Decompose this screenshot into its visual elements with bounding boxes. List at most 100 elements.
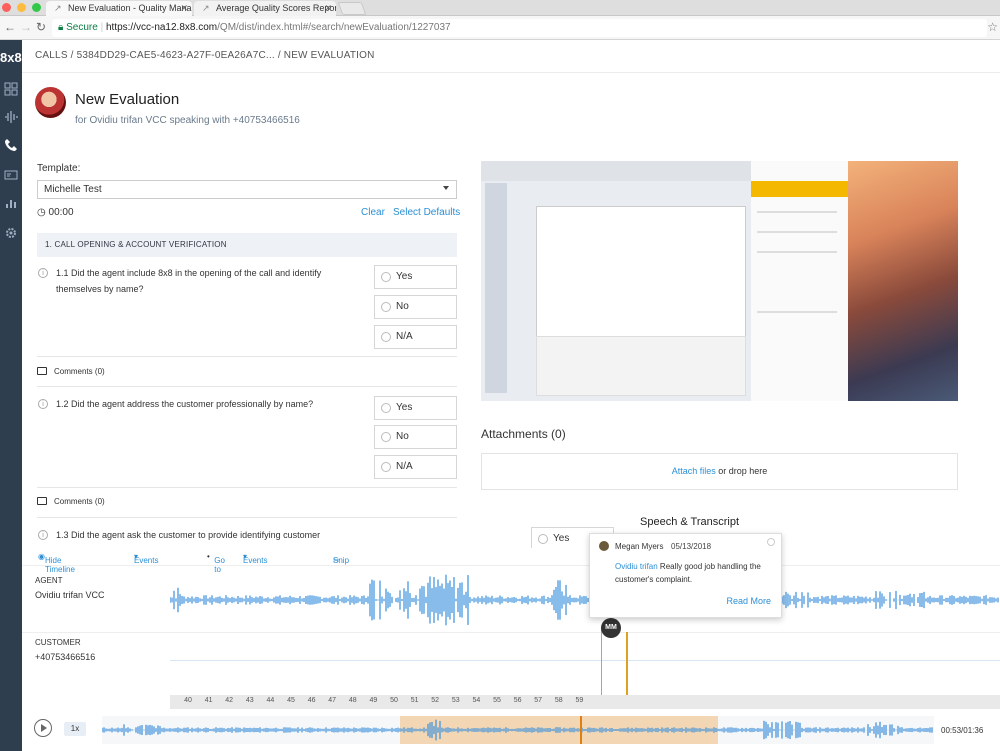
preview-notes-window bbox=[751, 161, 848, 401]
template-select[interactable]: Michelle Test bbox=[37, 180, 457, 199]
answer-yes-option[interactable]: Yes bbox=[374, 265, 457, 289]
maximize-window-button[interactable] bbox=[32, 3, 41, 12]
answer-no-option[interactable]: No bbox=[374, 425, 457, 449]
tab-label: New Evaluation - Quality Mana bbox=[68, 3, 192, 13]
tab-label: Average Quality Scores Report bbox=[216, 3, 336, 13]
divider bbox=[37, 487, 457, 488]
preview-desktop-wallpaper bbox=[848, 161, 958, 401]
answer-yes-option[interactable]: Yes bbox=[374, 396, 457, 420]
answer-na-option[interactable]: N/A bbox=[374, 325, 457, 349]
browser-tab-strip: ↗ New Evaluation - Quality Mana ✕ ↗ Aver… bbox=[0, 0, 1000, 16]
close-icon[interactable] bbox=[767, 538, 775, 546]
clear-link[interactable]: Clear bbox=[361, 207, 385, 218]
preview-crm-window bbox=[481, 161, 751, 401]
hide-timeline-button[interactable]: ◉ Hide Timeline bbox=[38, 552, 75, 574]
info-icon[interactable]: i bbox=[38, 268, 48, 278]
url-host: https://vcc-na12.8x8.com bbox=[105, 22, 218, 33]
new-tab-button[interactable] bbox=[337, 2, 367, 15]
page-favicon-icon: ↗ bbox=[202, 3, 210, 13]
page-favicon-icon: ↗ bbox=[54, 3, 62, 13]
playback-bar: 1x 00:53/01:36 bbox=[22, 709, 1000, 751]
goto-events-dropdown[interactable]: Events ▾ bbox=[243, 552, 267, 565]
reload-icon[interactable]: ↻ bbox=[36, 20, 46, 34]
comment-popup: Megan Myers 05/13/2018 Ovidiu trifan Rea… bbox=[589, 533, 782, 618]
id-card-icon[interactable] bbox=[4, 168, 18, 182]
track-divider bbox=[22, 632, 1000, 633]
ruler-tick-label: 47 bbox=[328, 697, 337, 704]
question-text: 1.3 Did the agent ask the customer to pr… bbox=[56, 530, 321, 540]
forward-icon[interactable]: → bbox=[20, 20, 32, 34]
playback-speed[interactable]: 1x bbox=[64, 722, 86, 736]
ruler-tick-label: 58 bbox=[554, 697, 563, 704]
browser-tab-new-evaluation[interactable]: ↗ New Evaluation - Quality Mana ✕ bbox=[46, 1, 192, 16]
waveform-icon[interactable] bbox=[4, 110, 18, 124]
evaluation-timer: ◷ 00:00 bbox=[37, 207, 74, 218]
comment-date: 05/13/2018 bbox=[671, 542, 712, 551]
radio-button[interactable] bbox=[538, 534, 548, 544]
play-icon[interactable] bbox=[34, 719, 52, 737]
phone-icon[interactable] bbox=[4, 138, 18, 152]
answer-na-option[interactable]: N/A bbox=[374, 455, 457, 479]
ruler-tick-label: 41 bbox=[204, 697, 213, 704]
comment-marker-avatar[interactable]: MM bbox=[601, 618, 621, 638]
template-selected-value: Michelle Test bbox=[44, 184, 102, 195]
address-bar[interactable]: 🔒︎ Secure | https://vcc-na12.8x8.com/QM/… bbox=[52, 19, 987, 37]
speech-transcript-title[interactable]: Speech & Transcript bbox=[640, 516, 739, 528]
ruler-tick-label: 56 bbox=[513, 697, 522, 704]
agent-name: Ovidiu trifan VCC bbox=[35, 590, 105, 600]
close-tab-icon[interactable]: ✕ bbox=[324, 3, 332, 14]
read-more-link[interactable]: Read More bbox=[726, 596, 771, 606]
breadcrumb[interactable]: CALLS / 5384DD29-CAE5-4623-A27F-0EA26A7C… bbox=[35, 50, 375, 61]
comments-toggle[interactable]: Comments (0) bbox=[37, 497, 105, 506]
info-icon[interactable]: i bbox=[38, 399, 48, 409]
mention-link[interactable]: Ovidiu trifan bbox=[615, 562, 658, 571]
radio-button[interactable] bbox=[381, 302, 391, 312]
reports-chart-icon[interactable] bbox=[4, 196, 18, 210]
timeline-toolbar: ◉ Hide Timeline Events ▾ • Go to Events … bbox=[22, 548, 1000, 574]
browser-tab-average-quality[interactable]: ↗ Average Quality Scores Report ✕ bbox=[194, 1, 336, 16]
overview-playhead bbox=[580, 716, 582, 744]
close-tab-icon[interactable]: ✕ bbox=[180, 3, 188, 14]
attachment-dropzone[interactable]: Attach files or drop here bbox=[481, 453, 958, 490]
back-icon[interactable]: ← bbox=[4, 20, 16, 34]
option-label: No bbox=[396, 431, 409, 442]
drop-hint: or drop here bbox=[715, 466, 768, 476]
timer-value: 00:00 bbox=[48, 207, 74, 218]
close-window-button[interactable] bbox=[2, 3, 11, 12]
attach-files-link[interactable]: Attach files bbox=[672, 466, 716, 476]
radio-button[interactable] bbox=[381, 403, 391, 413]
events-dropdown[interactable]: Events ▾ bbox=[134, 552, 158, 565]
radio-button[interactable] bbox=[381, 462, 391, 472]
app-logo: 8x8 bbox=[0, 50, 22, 65]
section-header[interactable]: 1. CALL OPENING & ACCOUNT VERIFICATION bbox=[37, 233, 457, 257]
divider bbox=[37, 356, 457, 357]
ruler-tick-label: 51 bbox=[410, 697, 419, 704]
page-title: New Evaluation bbox=[75, 91, 180, 108]
screen-capture-preview[interactable] bbox=[481, 161, 958, 401]
settings-gear-icon[interactable] bbox=[4, 226, 18, 240]
radio-button[interactable] bbox=[381, 432, 391, 442]
option-label: N/A bbox=[396, 461, 413, 472]
author-avatar bbox=[599, 541, 609, 551]
radio-button[interactable] bbox=[381, 332, 391, 342]
minimize-window-button[interactable] bbox=[17, 3, 26, 12]
ruler-tick-label: 52 bbox=[431, 697, 440, 704]
info-icon[interactable]: i bbox=[38, 530, 48, 540]
answer-no-option[interactable]: No bbox=[374, 295, 457, 319]
ruler-tick-label: 53 bbox=[451, 697, 460, 704]
agent-track-label: AGENT bbox=[35, 576, 63, 585]
radio-button[interactable] bbox=[381, 272, 391, 282]
ruler-tick-label: 59 bbox=[575, 697, 584, 704]
select-defaults-link[interactable]: Select Defaults bbox=[393, 207, 460, 218]
overview-waveform[interactable] bbox=[102, 716, 934, 744]
ruler-tick-label: 50 bbox=[390, 697, 398, 704]
comments-toggle[interactable]: Comments (0) bbox=[37, 367, 105, 376]
agent-waveform[interactable] bbox=[170, 570, 1000, 630]
time-ruler[interactable]: 40 41 42 43 44 45 46 47 48 49 50 51 52 53 54 55 56 57 58 59 bbox=[170, 695, 1000, 709]
divider bbox=[37, 386, 457, 387]
url-path: /QM/dist/index.html#/search/newEvaluatio… bbox=[217, 22, 451, 33]
dashboard-grid-icon[interactable] bbox=[4, 82, 18, 96]
bookmark-star-icon[interactable]: ☆ bbox=[987, 20, 998, 34]
option-label: Yes bbox=[396, 271, 413, 282]
customer-waveform[interactable] bbox=[170, 660, 1000, 661]
